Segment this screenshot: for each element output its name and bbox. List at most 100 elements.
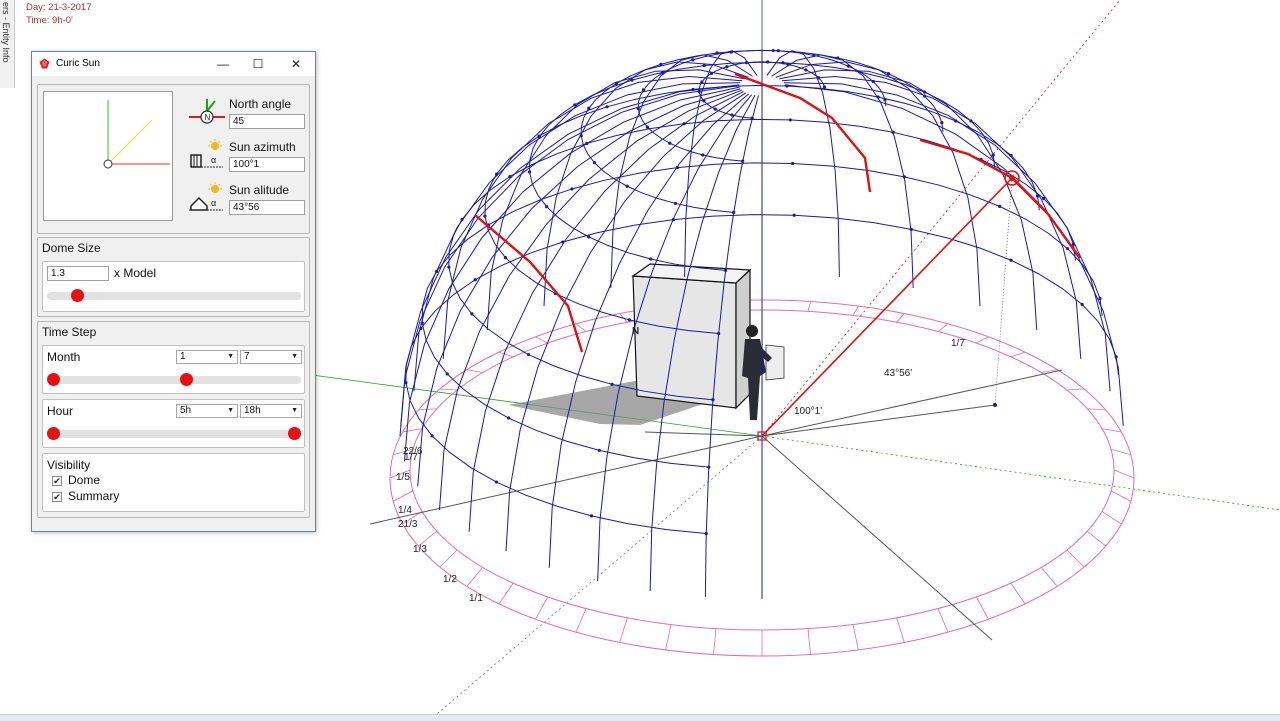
dome-vertex	[750, 116, 754, 120]
dome-size-unit: x Model	[114, 266, 157, 280]
month-from-select[interactable]: 1 ▼	[176, 350, 238, 364]
dome-vertex	[704, 531, 708, 536]
chevron-down-icon: ▼	[291, 353, 298, 360]
small-box	[765, 344, 785, 381]
month-to-knob[interactable]	[179, 373, 193, 386]
ring-tick	[896, 617, 905, 643]
time-step-group: Time Step Month 1 ▼ 7 ▼ Hour 5h ▼ 18h ▼ Visi…	[37, 321, 310, 518]
dialog-titlebar[interactable]: Curic Sun — ☐ ✕	[32, 52, 315, 76]
dome-vertex	[404, 380, 408, 385]
dome-vertex	[969, 119, 973, 123]
ring-tick	[976, 336, 989, 344]
dome-vertex	[460, 217, 464, 222]
time-readout: Time: 9h-0'	[26, 15, 73, 26]
dome-vertex	[723, 268, 728, 273]
ring-tick	[466, 369, 483, 373]
dome-vertex	[507, 416, 511, 420]
dome-vertex	[786, 62, 790, 67]
sun-altitude-icon: α	[189, 182, 223, 211]
dome-vertex	[610, 382, 614, 386]
summary-checkbox-label[interactable]: Summary	[68, 489, 119, 503]
dome-vertex	[697, 89, 701, 94]
dome-vertex	[1098, 296, 1102, 301]
ring-tick	[852, 305, 859, 316]
dome-vertex	[792, 213, 796, 217]
altitude-label: 43°56'	[884, 368, 912, 379]
hour-range-slider[interactable]	[47, 430, 301, 438]
dome-meridian	[610, 54, 753, 289]
sun-azimuth-field[interactable]: 100°1	[229, 157, 305, 172]
dome-vertex	[940, 121, 944, 125]
dome-vertex	[1080, 302, 1084, 307]
dome-vertex	[592, 161, 597, 165]
compass-preview	[43, 91, 173, 221]
dome-vertex	[871, 79, 875, 84]
dome-vertex	[954, 119, 958, 123]
dome-vertex	[659, 62, 663, 66]
dome-vertex	[434, 269, 439, 274]
dome-vertex	[804, 68, 808, 72]
ring-tick	[1066, 549, 1085, 568]
hour-from-select[interactable]: 5h ▼	[176, 404, 238, 418]
dome-vertex	[625, 184, 629, 188]
dome-vertex	[846, 64, 851, 68]
dome-vertex	[419, 326, 423, 331]
minimize-button[interactable]: —	[212, 55, 234, 73]
dome-vertex	[508, 175, 512, 179]
sun-azimuth-label: Sun azimuth	[229, 140, 296, 154]
dome-vertex	[561, 240, 565, 244]
summary-checkbox[interactable]: ✔	[52, 492, 62, 502]
ring-tick	[575, 608, 587, 633]
month-to-select[interactable]: 7 ▼	[240, 350, 302, 364]
close-button[interactable]: ✕	[285, 55, 307, 73]
ring-tick	[975, 596, 989, 620]
dome-vertex	[702, 63, 706, 68]
dome-vertex	[1009, 153, 1013, 157]
hour-to-select[interactable]: 18h ▼	[240, 404, 302, 418]
dialog-title: Curic Sun	[56, 58, 100, 69]
dome-vertex	[922, 90, 927, 94]
dome-vertex	[641, 88, 646, 92]
dome-size-field[interactable]: 1.3	[47, 266, 109, 281]
dome-size-slider-knob[interactable]	[71, 289, 85, 302]
dome-meridian	[783, 82, 1111, 392]
dome-vertex	[673, 201, 678, 206]
sun-ray	[761, 177, 1013, 437]
ring-tick	[807, 628, 811, 655]
dome-vertex	[585, 141, 589, 146]
dome-vertex	[579, 134, 583, 138]
dome-checkbox[interactable]: ✔	[52, 476, 62, 486]
day-readout: Day: 21-3-2017	[26, 2, 92, 13]
maximize-button[interactable]: ☐	[247, 55, 269, 73]
dome-vertex	[570, 187, 574, 191]
dome-vertex	[902, 175, 907, 179]
dome-vertex	[430, 434, 434, 438]
date-label: 1/2	[443, 574, 457, 585]
sun-altitude-field[interactable]: 43°56	[229, 200, 305, 215]
month-from-knob[interactable]	[47, 373, 60, 386]
ring-tick	[466, 567, 484, 587]
dome-vertex	[587, 106, 591, 110]
ring-tick	[418, 408, 437, 411]
dome-vertex	[771, 48, 775, 53]
dome-size-slider[interactable]	[47, 292, 301, 300]
north-angle-field[interactable]: 45	[229, 114, 305, 129]
dome-vertex	[857, 70, 862, 74]
dome-vertex	[991, 153, 995, 157]
month-range-slider[interactable]	[47, 376, 301, 384]
ring-tick	[1010, 351, 1026, 358]
dome-vertex	[420, 321, 424, 325]
dome-vertex	[729, 50, 733, 54]
date-label: 1/7	[404, 452, 418, 463]
dome-vertex	[876, 95, 880, 99]
ring-tick	[1110, 490, 1132, 502]
dome-vertex	[700, 80, 704, 84]
svg-text:α: α	[211, 198, 216, 208]
hour-from-knob[interactable]	[47, 427, 60, 440]
ring-tick	[535, 336, 548, 344]
sun-position-panel: N North angle 45 α Sun azimuth 100°1 α S…	[37, 84, 310, 234]
hour-to-knob[interactable]	[288, 427, 301, 440]
dome-vertex	[791, 161, 795, 166]
entity-info-tab[interactable]: ers - Entity Info	[0, 0, 15, 88]
dome-checkbox-label[interactable]: Dome	[68, 473, 100, 487]
